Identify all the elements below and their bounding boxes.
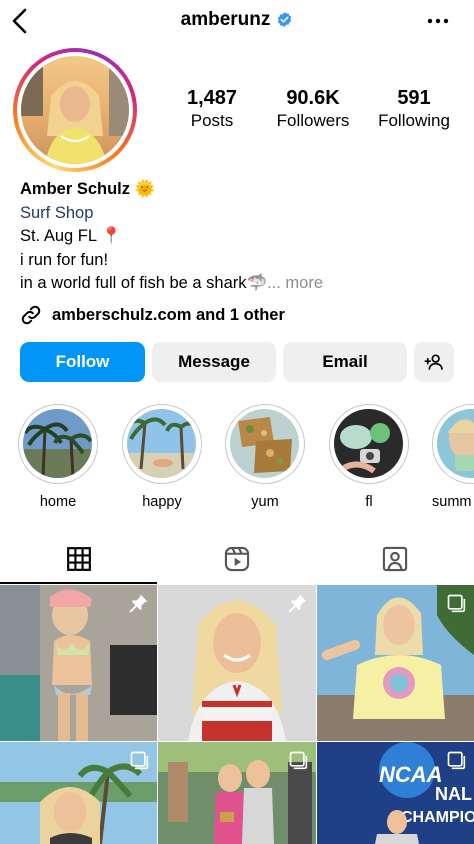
bio-more-link[interactable]: ... more — [267, 274, 323, 292]
highlight-cover — [230, 409, 299, 478]
bio: Amber Schulz 🌞 Surf Shop St. Aug FL 📍 i … — [20, 178, 323, 296]
shark-emoji: 🦈 — [246, 274, 268, 292]
pin-icon — [129, 594, 148, 613]
external-link[interactable]: amberschulz.com and 1 other — [20, 303, 285, 327]
highlight-ring — [329, 404, 409, 484]
stat-followers-value: 90.6K — [286, 87, 340, 109]
post-tile[interactable] — [0, 585, 157, 741]
grid-icon — [67, 547, 91, 571]
post-tile[interactable] — [158, 742, 316, 844]
highlight-summ[interactable]: summ — [432, 404, 474, 510]
follow-button[interactable]: Follow — [20, 342, 145, 382]
add-person-icon — [424, 354, 443, 370]
tab-tagged[interactable] — [316, 533, 474, 585]
sun-emoji: 🌞 — [134, 180, 156, 198]
external-link-text: amberschulz.com and 1 other — [52, 305, 285, 324]
profile-name: Amber Schulz — [20, 180, 131, 198]
suggested-accounts-button[interactable] — [414, 342, 454, 382]
highlight-fl[interactable]: fl — [329, 404, 409, 510]
highlight-ring — [225, 404, 305, 484]
highlight-ring — [122, 404, 202, 484]
stat-following-value: 591 — [397, 87, 431, 109]
highlight-home[interactable]: home — [18, 404, 98, 510]
bio-location: St. Aug FL — [20, 227, 97, 245]
post-tile[interactable] — [317, 585, 474, 741]
post-tile[interactable] — [0, 742, 157, 844]
carousel-icon — [447, 594, 466, 613]
story-ring[interactable] — [13, 48, 137, 172]
email-button[interactable]: Email — [283, 342, 407, 382]
bio-quote: in a world full of fish be a shark — [20, 274, 247, 292]
pin-emoji: 📍 — [101, 227, 122, 245]
highlight-ring — [432, 404, 474, 484]
username-text: amberunz — [180, 9, 271, 30]
avatar[interactable] — [21, 56, 129, 164]
highlight-happy[interactable]: happy — [122, 404, 202, 510]
highlight-label: happy — [142, 494, 182, 510]
highlight-label: yum — [251, 494, 279, 510]
highlight-yum[interactable]: yum — [225, 404, 305, 510]
post-overlay-text-3: CHAMPIONS — [401, 809, 474, 826]
tagged-icon — [382, 546, 408, 572]
tab-grid[interactable] — [0, 533, 158, 585]
stat-posts-label: Posts — [190, 111, 234, 130]
stat-following[interactable]: 591 Following — [372, 86, 456, 132]
bio-line-1: St. Aug FL 📍 — [20, 225, 323, 249]
stat-posts[interactable]: 1,487 Posts — [180, 86, 244, 132]
carousel-icon — [447, 751, 466, 770]
highlight-cover — [23, 409, 92, 478]
post-overlay-text-2: NAL — [435, 784, 472, 804]
profile-tabs — [0, 533, 474, 585]
highlight-label: fl — [365, 494, 373, 510]
avatar-photo — [21, 56, 129, 164]
post-tile[interactable] — [158, 585, 316, 741]
post-overlay-text-1: NCAA — [379, 762, 443, 787]
highlight-cover — [334, 409, 403, 478]
top-bar: amberunz — [0, 0, 474, 44]
highlight-label: home — [39, 494, 77, 510]
bio-name-line: Amber Schulz 🌞 — [20, 178, 323, 202]
reels-icon — [224, 546, 250, 572]
highlight-cover — [437, 409, 474, 478]
carousel-icon — [289, 751, 308, 770]
highlight-label: summ — [432, 494, 472, 510]
post-tile[interactable]: NCAA NAL CHAMPIONS — [317, 742, 474, 844]
profile-category[interactable]: Surf Shop — [20, 202, 323, 226]
highlight-ring — [18, 404, 98, 484]
highlight-cover — [127, 409, 196, 478]
stat-followers[interactable]: 90.6K Followers — [270, 86, 356, 132]
stat-following-label: Following — [378, 111, 450, 130]
active-tab-indicator — [0, 582, 157, 584]
message-button[interactable]: Message — [152, 342, 276, 382]
stat-followers-label: Followers — [276, 111, 350, 130]
tab-reels[interactable] — [158, 533, 316, 585]
carousel-icon — [130, 751, 149, 770]
profile-username: amberunz — [0, 9, 474, 31]
bio-line-2: i run for fun! — [20, 250, 109, 269]
stat-posts-value: 1,487 — [186, 87, 238, 109]
bio-line-3: in a world full of fish be a shark🦈... m… — [20, 272, 323, 296]
link-icon — [21, 305, 41, 325]
verified-badge-icon — [278, 12, 292, 27]
pin-icon — [288, 594, 307, 613]
more-dots-icon[interactable] — [426, 8, 450, 34]
